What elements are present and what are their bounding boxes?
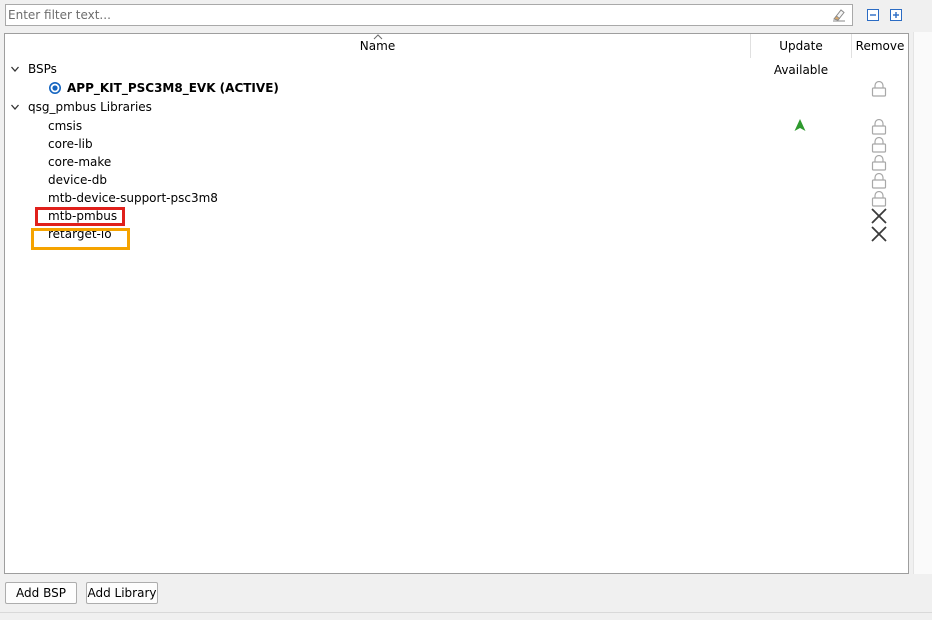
lock-icon — [871, 81, 887, 97]
remove-x-icon[interactable] — [870, 207, 888, 225]
library-name: mtb-device-support-psc3m8 — [48, 191, 218, 205]
column-header-name[interactable]: Name — [5, 34, 750, 58]
lock-icon — [871, 191, 887, 207]
chevron-down-icon[interactable] — [10, 64, 20, 74]
column-header-update-available[interactable]: Update Available — [750, 34, 852, 77]
library-row-retarget-io[interactable]: retarget-io — [5, 225, 908, 243]
library-row-cmsis[interactable]: cmsis — [5, 117, 908, 135]
library-tree-table[interactable]: Name Update Available Remove BSPs APP_KI… — [4, 33, 909, 574]
lock-icon — [871, 119, 887, 135]
filter-input[interactable] — [6, 5, 826, 25]
lock-icon — [871, 137, 887, 153]
highlight-box-orange — [31, 228, 130, 250]
highlight-box-red — [35, 207, 125, 226]
library-row-core-make[interactable]: core-make — [5, 153, 908, 171]
library-name: device-db — [48, 173, 107, 187]
library-row-mtb-pmbus[interactable]: mtb-pmbus — [5, 207, 908, 225]
library-row-core-lib[interactable]: core-lib — [5, 135, 908, 153]
library-name: core-make — [48, 155, 112, 169]
side-strip — [913, 32, 932, 574]
divider — [0, 612, 932, 613]
lock-icon — [871, 173, 887, 189]
library-name: core-lib — [48, 137, 93, 151]
eraser-icon[interactable] — [832, 8, 846, 22]
lock-icon — [871, 155, 887, 171]
collapse-all-icon[interactable] — [866, 8, 880, 22]
library-name: cmsis — [48, 119, 83, 133]
tree-item-active-bsp[interactable]: APP_KIT_PSC3M8_EVK (ACTIVE) — [5, 79, 908, 97]
tree-group-libraries[interactable]: qsg_pmbus Libraries — [5, 98, 908, 116]
expand-all-icon[interactable] — [889, 8, 903, 22]
column-header-remove[interactable]: Remove — [852, 34, 908, 58]
radio-selected-icon[interactable] — [49, 82, 61, 94]
update-arrow-icon[interactable] — [793, 118, 807, 132]
add-library-button[interactable]: Add Library — [86, 582, 158, 604]
library-row-mtb-device-support-psc3m8[interactable]: mtb-device-support-psc3m8 — [5, 189, 908, 207]
active-bsp-label: APP_KIT_PSC3M8_EVK (ACTIVE) — [67, 81, 279, 95]
library-row-device-db[interactable]: device-db — [5, 171, 908, 189]
remove-x-icon[interactable] — [870, 225, 888, 243]
filter-box[interactable] — [5, 4, 853, 26]
chevron-down-icon[interactable] — [10, 102, 20, 112]
tree-group-label: qsg_pmbus Libraries — [28, 100, 152, 114]
tree-group-bsps[interactable]: BSPs — [5, 60, 908, 78]
add-bsp-button[interactable]: Add BSP — [5, 582, 77, 604]
tree-group-label: BSPs — [28, 62, 57, 76]
